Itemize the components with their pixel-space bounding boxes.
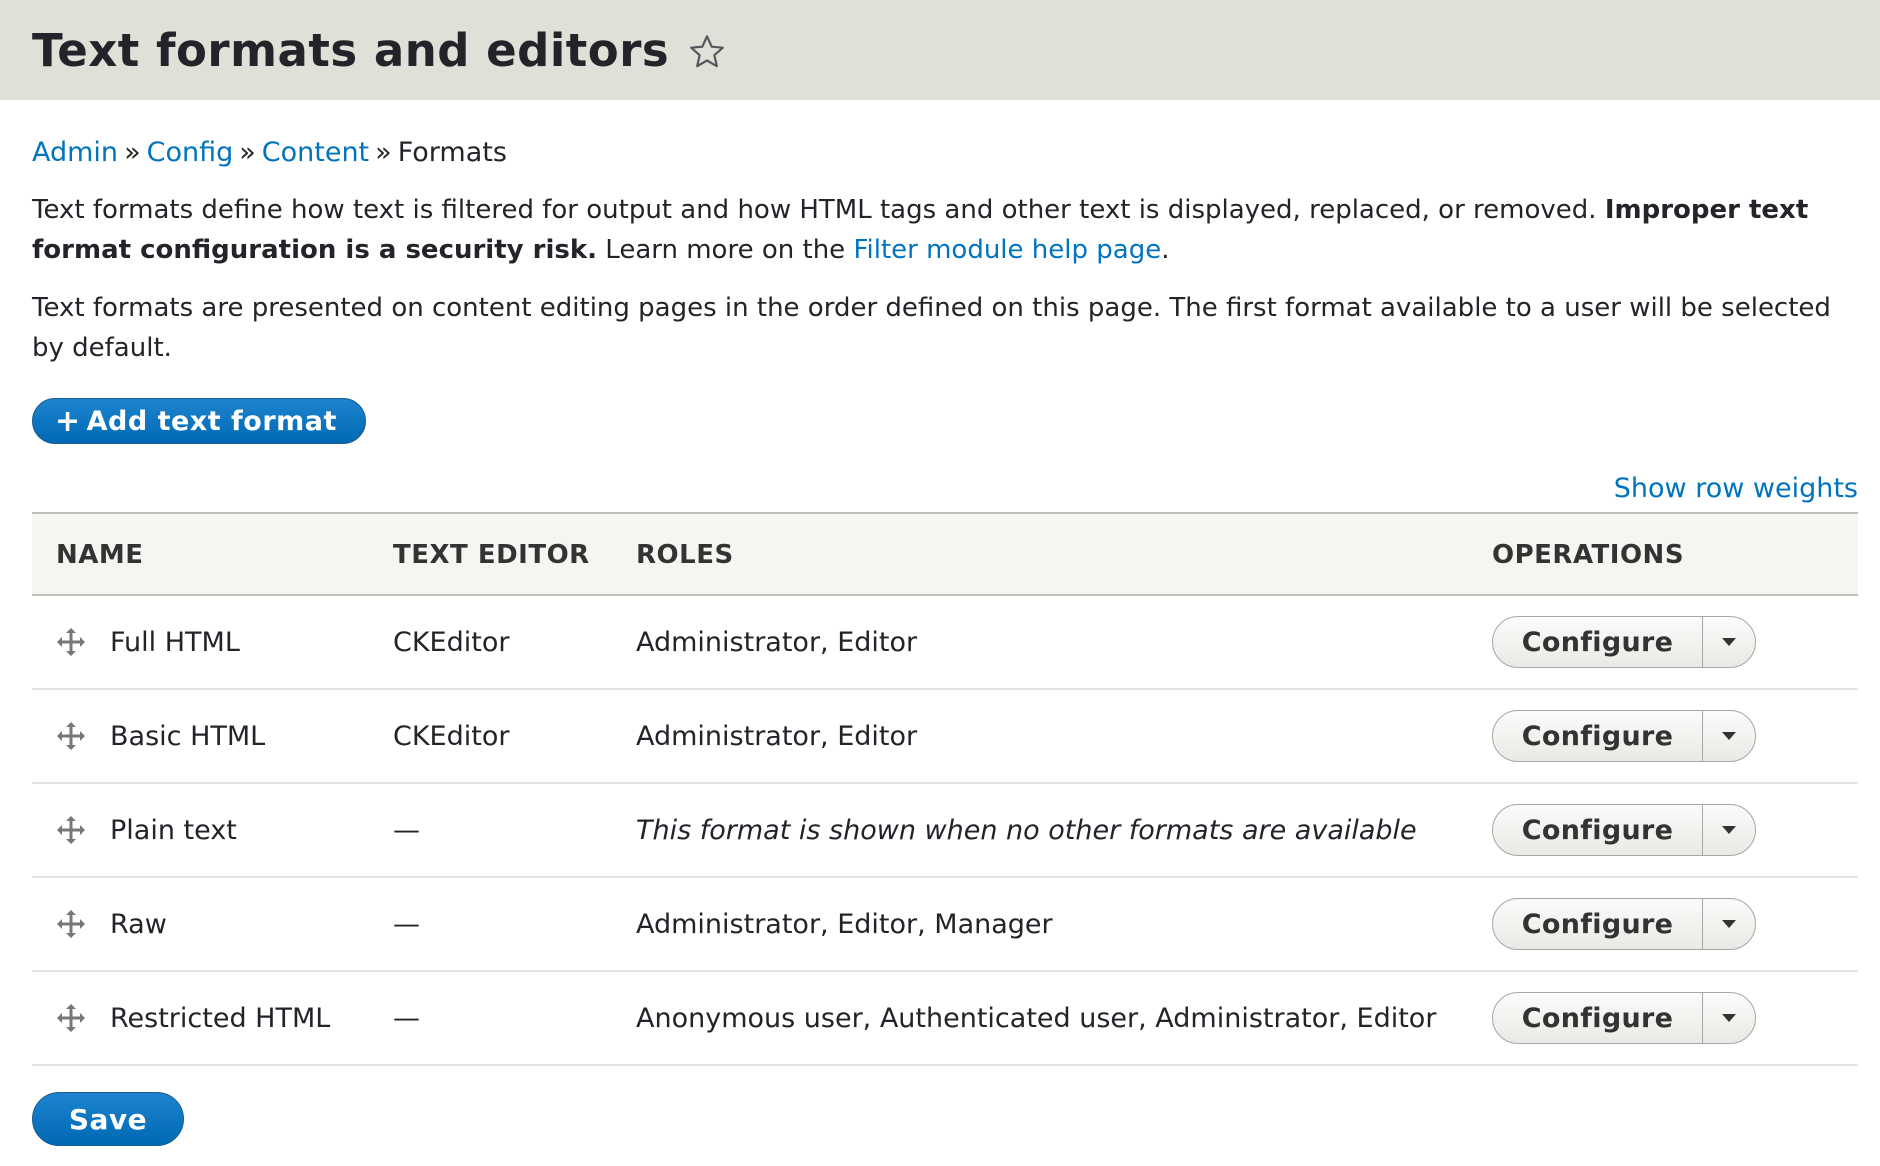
format-editor: — (393, 971, 636, 1066)
format-roles: Anonymous user, Authenticated user, Admi… (636, 971, 1492, 1066)
table-row: Basic HTML CKEditor Administrator, Edito… (32, 689, 1858, 784)
drag-handle-icon[interactable] (56, 1003, 86, 1033)
configure-button[interactable]: Configure (1493, 993, 1703, 1043)
breadcrumb-separator: » (239, 137, 256, 168)
format-name: Plain text (110, 814, 237, 846)
breadcrumb-config[interactable]: Config (147, 137, 234, 168)
weights-row: Show row weights (32, 472, 1858, 506)
text-formats-table: NAME TEXT EDITOR ROLES OPERATIONS Full H… (32, 512, 1858, 1066)
description-period: . (1161, 235, 1170, 265)
table-row: Restricted HTML — Anonymous user, Authen… (32, 971, 1858, 1066)
format-roles: Administrator, Editor (636, 595, 1492, 690)
operations-dropbutton: Configure (1492, 804, 1756, 856)
breadcrumb-separator: » (124, 137, 141, 168)
chevron-down-icon[interactable] (1703, 711, 1755, 761)
header-operations: OPERATIONS (1492, 540, 1685, 570)
operations-dropbutton: Configure (1492, 710, 1756, 762)
chevron-down-icon[interactable] (1703, 899, 1755, 949)
format-name: Restricted HTML (110, 1002, 331, 1034)
header-roles: ROLES (636, 540, 734, 570)
drag-handle-icon[interactable] (56, 721, 86, 751)
order-description: Text formats are presented on content ed… (32, 293, 1831, 363)
configure-button[interactable]: Configure (1493, 899, 1703, 949)
star-icon[interactable] (687, 32, 727, 72)
breadcrumb-content[interactable]: Content (262, 137, 369, 168)
add-text-format-label: Add text format (86, 405, 337, 437)
operations-dropbutton: Configure (1492, 992, 1756, 1044)
format-roles: Administrator, Editor (636, 689, 1492, 784)
format-editor: — (393, 877, 636, 972)
table-row: Raw — Administrator, Editor, Manager Con… (32, 877, 1858, 972)
configure-button[interactable]: Configure (1493, 617, 1703, 667)
plus-icon: + (55, 403, 81, 439)
filter-help-link[interactable]: Filter module help page (853, 235, 1161, 265)
format-editor: CKEditor (393, 689, 636, 784)
save-button[interactable]: Save (32, 1092, 184, 1146)
chevron-down-icon[interactable] (1703, 993, 1755, 1043)
breadcrumb-admin[interactable]: Admin (32, 137, 118, 168)
format-name: Raw (110, 908, 167, 940)
chevron-down-icon[interactable] (1703, 617, 1755, 667)
configure-button[interactable]: Configure (1493, 711, 1703, 761)
drag-handle-icon[interactable] (56, 627, 86, 657)
format-editor: — (393, 783, 636, 878)
drag-handle-icon[interactable] (56, 815, 86, 845)
breadcrumb: Admin» Config» Content» Formats (32, 136, 1858, 170)
table-row: Plain text — This format is shown when n… (32, 783, 1858, 878)
learn-more-text: Learn more on the (605, 235, 846, 265)
show-row-weights-link[interactable]: Show row weights (1614, 473, 1858, 504)
format-roles: Administrator, Editor, Manager (636, 877, 1492, 972)
header-name: NAME (56, 540, 144, 570)
page-title: Text formats and editors (32, 23, 670, 77)
drag-handle-icon[interactable] (56, 909, 86, 939)
breadcrumb-separator: » (375, 137, 392, 168)
format-editor: CKEditor (393, 595, 636, 690)
main-content: Admin» Config» Content» Formats Text format… (0, 136, 1880, 1146)
header-text-editor: TEXT EDITOR (393, 540, 590, 570)
add-text-format-button[interactable]: + Add text format (32, 398, 366, 444)
page-header: Text formats and editors (0, 0, 1880, 100)
format-name: Full HTML (110, 626, 240, 658)
operations-dropbutton: Configure (1492, 898, 1756, 950)
operations-dropbutton: Configure (1492, 616, 1756, 668)
breadcrumb-current: Formats (397, 137, 507, 168)
description-text: Text formats define how text is filtered… (32, 195, 1597, 225)
description-paragraph: Text formats define how text is filtered… (32, 190, 1858, 270)
format-name: Basic HTML (110, 720, 266, 752)
format-roles: This format is shown when no other forma… (636, 783, 1492, 878)
configure-button[interactable]: Configure (1493, 805, 1703, 855)
table-header-row: NAME TEXT EDITOR ROLES OPERATIONS (32, 513, 1858, 595)
table-row: Full HTML CKEditor Administrator, Editor… (32, 595, 1858, 690)
chevron-down-icon[interactable] (1703, 805, 1755, 855)
